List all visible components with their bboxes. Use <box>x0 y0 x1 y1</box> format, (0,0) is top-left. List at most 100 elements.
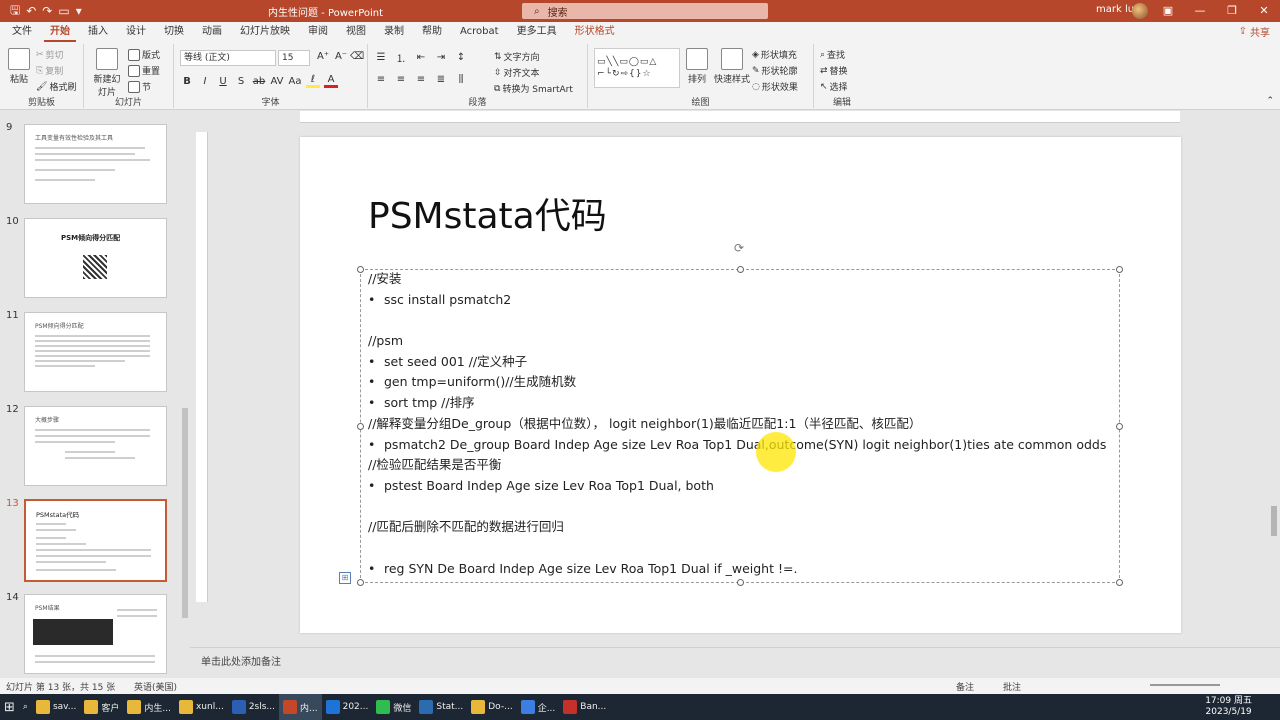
language-indicator[interactable]: 英语(美国) <box>134 680 177 693</box>
taskbar-app-11[interactable]: Ban... <box>559 694 610 720</box>
shape-fill-button[interactable]: ◈ 形状填充 <box>752 48 797 62</box>
section-button[interactable]: 节 <box>128 80 151 93</box>
resize-handle[interactable] <box>357 579 364 586</box>
copy-button[interactable]: ⎘ 复制 <box>36 64 63 78</box>
align-center-icon[interactable]: ≡ <box>394 74 408 85</box>
slide-thumbnail-10[interactable]: PSM倾向得分匹配 <box>24 218 167 298</box>
align-left-icon[interactable]: ≡ <box>374 74 388 85</box>
tab-slideshow[interactable]: 幻灯片放映 <box>234 22 296 42</box>
columns-icon[interactable]: ⫼ <box>454 74 468 85</box>
smartart-button[interactable]: ⧉ 转换为 SmartArt <box>494 82 573 96</box>
paste-button[interactable]: 粘贴 <box>8 48 30 85</box>
shapes-gallery[interactable]: ▭╲╲▭◯▭△ ⌐└↻⇨{}☆ <box>594 48 680 88</box>
tab-acrobat[interactable]: Acrobat <box>454 22 505 42</box>
font-shrink-button[interactable]: A⁻ <box>334 51 348 62</box>
taskbar-app-4[interactable]: 2sls... <box>228 694 279 720</box>
slide-thumbnail-9[interactable]: 工具变量有效性检验及其工具 <box>24 124 167 204</box>
slide-thumbnail-11[interactable]: PSM倾向得分匹配 <box>24 312 167 392</box>
thumbnail-scrollbar[interactable] <box>181 110 189 678</box>
find-button[interactable]: ⌕ 查找 <box>820 48 845 62</box>
notes-pane[interactable]: 单击此处添加备注 <box>190 647 1280 678</box>
ribbon-display-icon[interactable]: ▣ <box>1152 0 1184 22</box>
start-button[interactable]: ⊞ <box>0 694 19 720</box>
decrease-indent-icon[interactable]: ⇤ <box>414 52 428 63</box>
bold-icon[interactable]: B <box>180 76 194 87</box>
slide-canvas[interactable]: PSMstata代码 ⟳ //安装 ssc install psmatch2 //p… <box>300 137 1181 633</box>
user-name[interactable]: mark lu <box>1096 4 1134 15</box>
tab-shape-format[interactable]: 形状格式 <box>569 22 621 42</box>
tab-view[interactable]: 视图 <box>340 22 372 42</box>
font-grow-button[interactable]: A⁺ <box>316 51 330 62</box>
increase-indent-icon[interactable]: ⇥ <box>434 52 448 63</box>
align-text-button[interactable]: ⇳ 对齐文本 <box>494 66 540 80</box>
font-size-select[interactable]: 15 <box>278 50 310 66</box>
resize-handle[interactable] <box>1116 423 1123 430</box>
search-taskbar-button[interactable]: ⌕ <box>19 694 32 720</box>
new-slide-button[interactable]: 新建幻灯片 <box>92 48 122 98</box>
taskbar-app-7[interactable]: 微信 <box>372 694 415 720</box>
italic-icon[interactable]: I <box>198 76 212 87</box>
tab-home[interactable]: 开始 <box>44 22 76 42</box>
taskbar-app-5[interactable]: 内... <box>279 694 322 720</box>
slide-thumbnail-12[interactable]: 大概步骤 <box>24 406 167 486</box>
collapse-ribbon-icon[interactable]: ⌃ <box>1266 96 1274 106</box>
avatar[interactable] <box>1132 3 1148 19</box>
font-name-select[interactable]: 等线 (正文) <box>180 50 276 66</box>
restore-icon[interactable]: ❐ <box>1216 0 1248 22</box>
change-case-icon[interactable]: Aa <box>288 76 302 87</box>
slide-thumbnail-13[interactable]: PSMstata代码 <box>24 499 167 582</box>
cut-button[interactable]: ✂ 剪切 <box>36 48 64 62</box>
strikethrough-icon[interactable]: ab <box>252 76 266 87</box>
text-direction-button[interactable]: ⇅ 文字方向 <box>494 50 540 64</box>
resize-handle[interactable] <box>357 423 364 430</box>
undo-icon[interactable]: ↶ <box>26 4 36 18</box>
textbox-content[interactable]: //安装 ssc install psmatch2 //psm set seed 00… <box>368 269 1108 579</box>
slide-scrollbar[interactable] <box>1268 110 1280 647</box>
highlight-icon[interactable]: ℓ <box>306 74 320 88</box>
justify-icon[interactable]: ≣ <box>434 74 448 85</box>
quick-styles-button[interactable]: 快速样式 <box>714 48 750 85</box>
close-icon[interactable]: ✕ <box>1248 0 1280 22</box>
align-right-icon[interactable]: ≡ <box>414 74 428 85</box>
shape-outline-button[interactable]: ✎ 形状轮廓 <box>752 64 798 78</box>
taskbar-app-3[interactable]: xunl... <box>175 694 228 720</box>
system-clock[interactable]: 17:09 周五 2023/5/19 <box>1205 696 1252 718</box>
arrange-button[interactable]: 排列 <box>686 48 708 85</box>
rotate-handle-icon[interactable]: ⟳ <box>734 241 744 255</box>
notes-button[interactable]: 备注 <box>956 680 974 693</box>
present-icon[interactable]: ▭ <box>58 4 69 18</box>
search-input[interactable]: ⌕ 搜索 <box>522 3 768 19</box>
shadow-icon[interactable]: S <box>234 76 248 87</box>
resize-handle[interactable] <box>1116 266 1123 273</box>
format-painter-button[interactable]: 🖌 格式刷 <box>36 80 76 94</box>
taskbar-app-6[interactable]: 202... <box>322 694 373 720</box>
layout-options-icon[interactable]: ⊞ <box>339 572 351 584</box>
tab-insert[interactable]: 插入 <box>82 22 114 42</box>
tab-design[interactable]: 设计 <box>120 22 152 42</box>
shape-effects-button[interactable]: ◌ 形状效果 <box>752 80 798 94</box>
save-icon[interactable]: 🖫 <box>10 1 20 22</box>
taskbar-app-8[interactable]: Stat... <box>415 694 467 720</box>
tab-record[interactable]: 录制 <box>378 22 410 42</box>
taskbar-app-2[interactable]: 内生... <box>123 694 175 720</box>
underline-icon[interactable]: U <box>216 76 230 87</box>
line-spacing-icon[interactable]: ↕ <box>454 52 468 63</box>
share-button[interactable]: ⇪ 共享 <box>1239 24 1270 39</box>
select-button[interactable]: ↖ 选择 <box>820 80 848 94</box>
redo-icon[interactable]: ↷ <box>42 4 52 18</box>
tab-animations[interactable]: 动画 <box>196 22 228 42</box>
taskbar-app-1[interactable]: 客户 <box>80 694 123 720</box>
numbering-icon[interactable]: ⒈ <box>394 50 408 65</box>
resize-handle[interactable] <box>1116 579 1123 586</box>
tab-review[interactable]: 审阅 <box>302 22 334 42</box>
tab-more-tools[interactable]: 更多工具 <box>511 22 563 42</box>
reset-button[interactable]: 重置 <box>128 64 160 77</box>
bullets-icon[interactable]: ☰ <box>374 52 388 63</box>
taskbar-app-0[interactable]: sav... <box>32 694 80 720</box>
spacing-icon[interactable]: AV <box>270 76 284 87</box>
taskbar-app-10[interactable]: 企... <box>517 694 560 720</box>
taskbar-app-9[interactable]: Do-... <box>467 694 516 720</box>
tab-help[interactable]: 帮助 <box>416 22 448 42</box>
slide-thumbnail-14[interactable]: PSM结果 <box>24 594 167 674</box>
zoom-slider[interactable] <box>1150 684 1220 686</box>
